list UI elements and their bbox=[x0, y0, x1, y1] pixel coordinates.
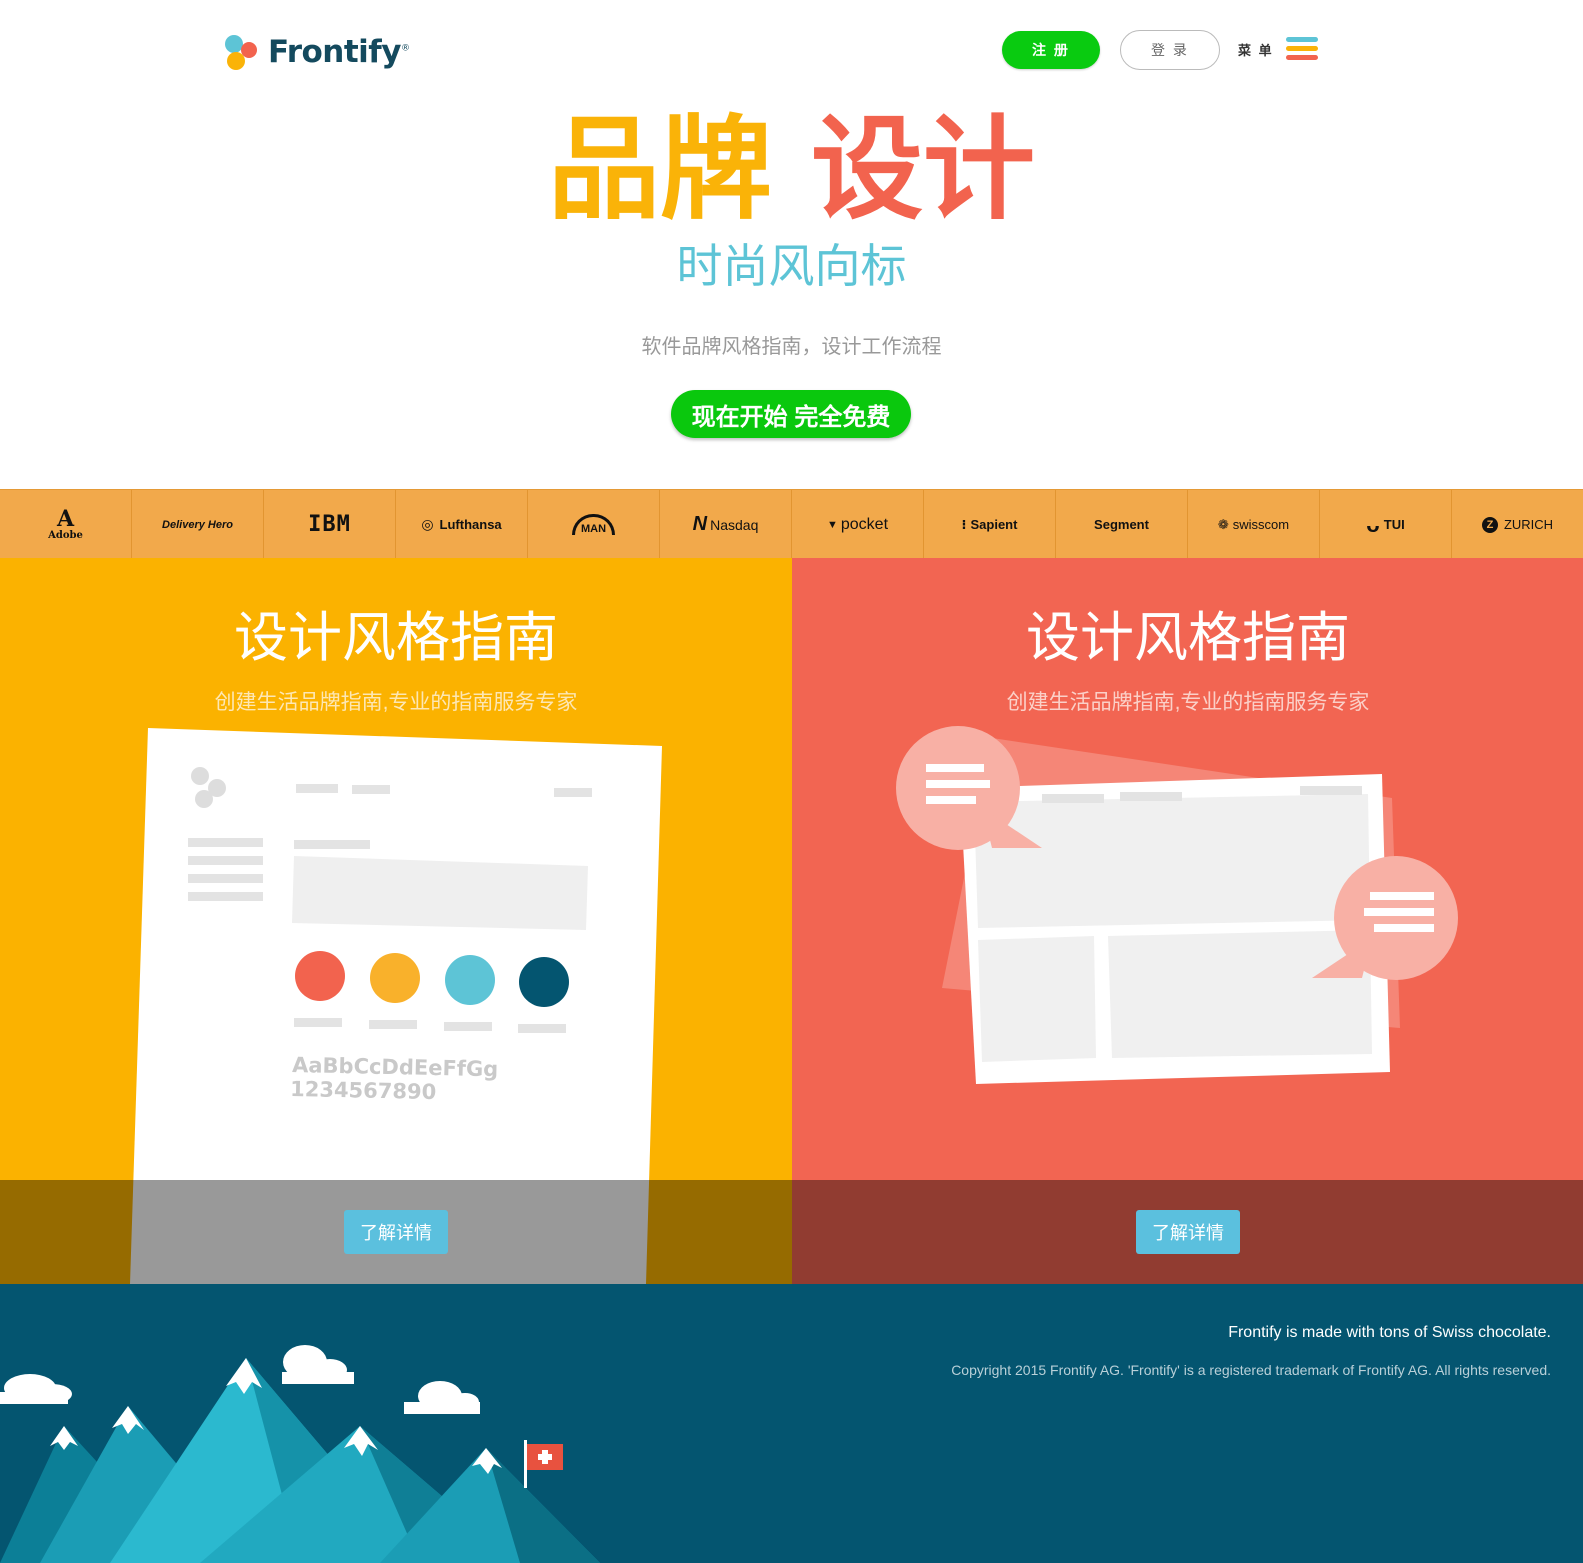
login-button[interactable]: 登 录 bbox=[1120, 30, 1220, 70]
mountains-illustration bbox=[0, 1345, 600, 1563]
hero-subtitle: 时尚风向标 bbox=[676, 240, 907, 292]
client-logo-zurich: Z ZURICH bbox=[1452, 490, 1583, 559]
client-logo-pocket: ▼ pocket bbox=[792, 490, 924, 559]
client-logo-sapient: ⁝ Sapient bbox=[924, 490, 1056, 559]
footer: Frontify is made with tons of Swiss choc… bbox=[0, 1284, 1583, 1563]
client-logo-segment: Segment bbox=[1056, 490, 1188, 559]
brand-name: Frontify bbox=[268, 34, 402, 70]
client-logo-tui: ᴗ TUI bbox=[1320, 490, 1452, 559]
client-logo-ibm: IBM bbox=[264, 490, 396, 559]
hero-description: 软件品牌风格指南，设计工作流程 bbox=[641, 336, 942, 358]
footer-tagline: Frontify is made with tons of Swiss choc… bbox=[1228, 1324, 1551, 1341]
style-guide-illustration: AaBbCcDdEeFfGg 1234567890 bbox=[130, 728, 662, 1284]
client-logo-nasdaq: N Nasdaq bbox=[660, 490, 792, 559]
sample-numbers: 1234567890 bbox=[290, 1077, 437, 1104]
menu-label[interactable]: 菜 单 bbox=[1238, 40, 1274, 59]
frontify-logo[interactable]: Frontify® bbox=[220, 30, 420, 74]
hero-title: 品牌 设计 bbox=[0, 108, 1583, 232]
swiss-flag-icon bbox=[524, 1440, 563, 1488]
learn-more-button[interactable]: 了解详情 bbox=[344, 1210, 448, 1254]
style-guide-panel-right: 设计风格指南 创建生活品牌指南,专业的指南服务专家 了解详情 bbox=[792, 558, 1583, 1284]
style-guide-panel-left: 设计风格指南 创建生活品牌指南,专业的指南服务专家 AaBbCcDdEeFfGg… bbox=[0, 558, 792, 1284]
client-logo-man: MAN bbox=[528, 490, 660, 559]
register-button[interactable]: 注 册 bbox=[1002, 31, 1100, 69]
registered-mark: ® bbox=[401, 43, 410, 54]
client-logo-delivery-hero: Delivery Hero bbox=[132, 490, 264, 559]
client-logo-adobe: A Adobe bbox=[0, 490, 132, 559]
collaboration-illustration bbox=[896, 726, 1458, 1084]
client-logo-swisscom: ❁ swisscom bbox=[1188, 490, 1320, 559]
client-logo-strip: A Adobe Delivery Hero IBM ◎ Lufthansa MAN … bbox=[0, 489, 1583, 559]
hero-title-brand: 品牌 bbox=[548, 105, 772, 235]
client-logo-lufthansa: ◎ Lufthansa bbox=[396, 490, 528, 559]
hero-title-design: 设计 bbox=[811, 105, 1035, 235]
hamburger-menu-icon[interactable] bbox=[1286, 37, 1318, 63]
logo-icon bbox=[225, 35, 257, 70]
learn-more-button[interactable]: 了解详情 bbox=[1136, 1210, 1240, 1254]
start-free-button[interactable]: 现在开始 完全免费 bbox=[671, 390, 911, 438]
footer-copyright: Copyright 2015 Frontify AG. 'Frontify' i… bbox=[951, 1362, 1551, 1378]
